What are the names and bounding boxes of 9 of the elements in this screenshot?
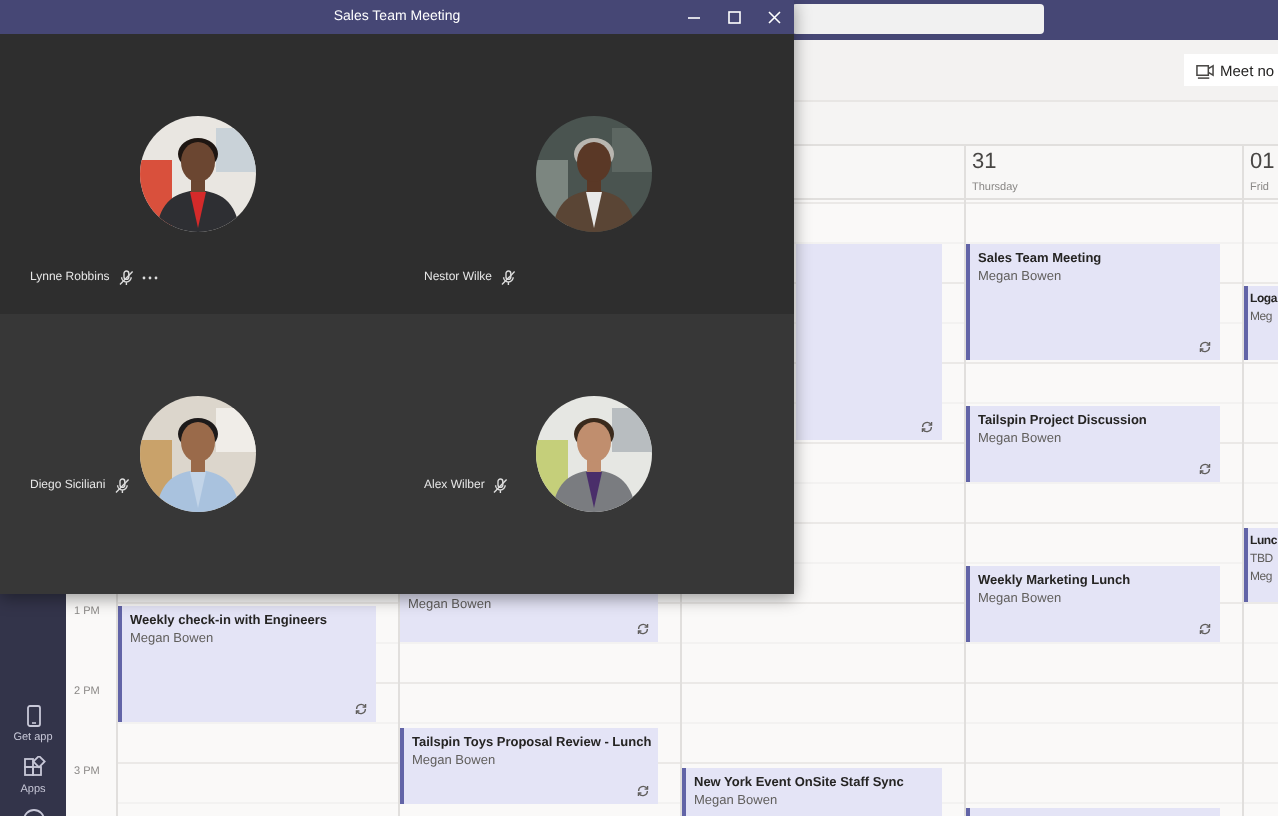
phone-icon	[21, 704, 45, 728]
maximize-icon	[726, 9, 742, 25]
apps-icon	[21, 756, 45, 780]
day-number: 31	[972, 148, 997, 176]
day-number: 01	[1250, 148, 1275, 176]
more-icon[interactable]	[141, 274, 158, 282]
close-icon	[766, 9, 782, 25]
search-field[interactable]	[792, 4, 1044, 34]
video-camera-icon	[1196, 61, 1214, 79]
